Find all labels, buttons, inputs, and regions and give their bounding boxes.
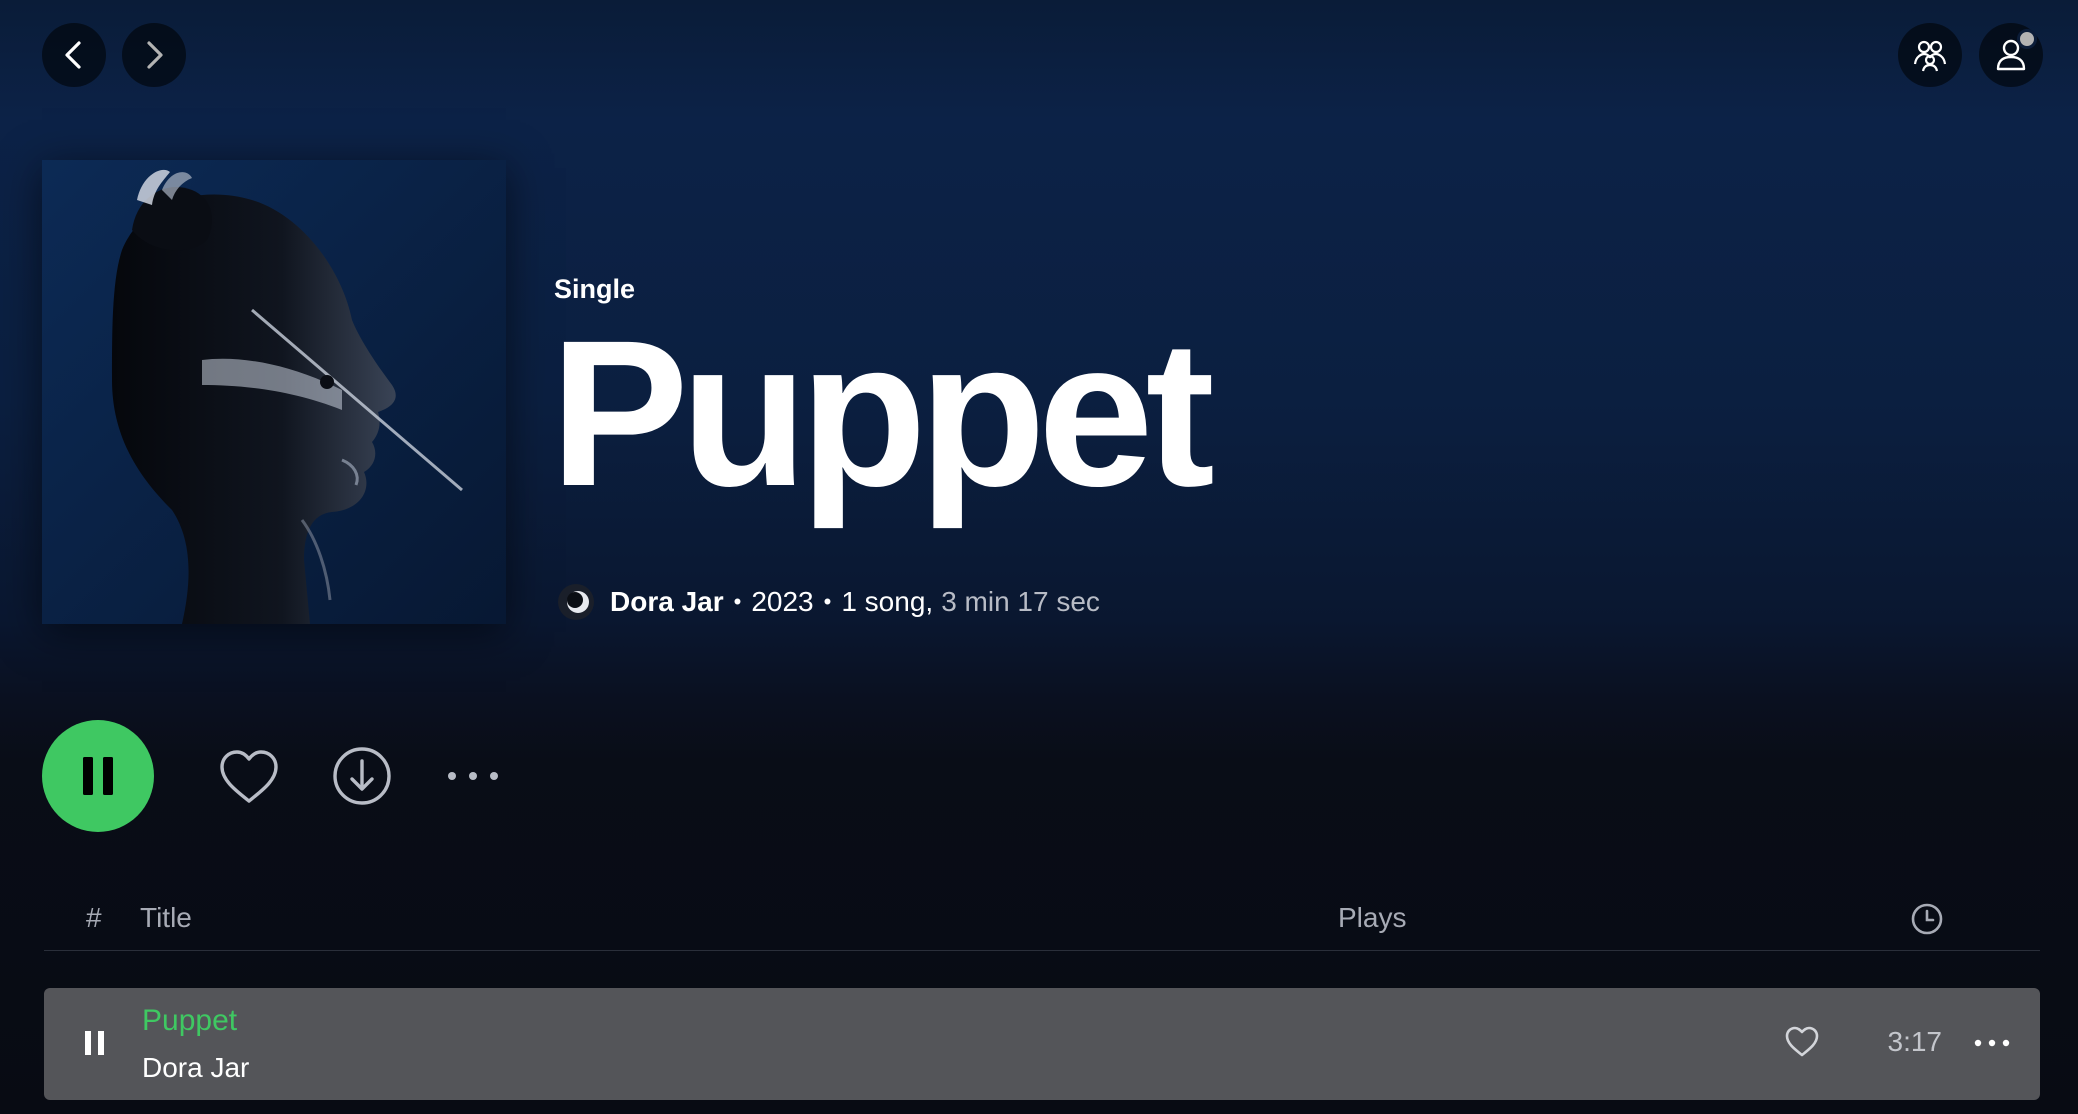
- notification-dot: [2017, 29, 2037, 49]
- track-artist[interactable]: Dora Jar: [142, 1052, 249, 1084]
- chevron-left-icon: [65, 41, 81, 69]
- album-meta: Dora Jar • 2023 • 1 song, 3 min 17 sec: [558, 578, 1100, 626]
- friends-icon: [1913, 40, 1947, 72]
- tracklist-header: # Title Plays: [44, 888, 2040, 951]
- pause-icon: [83, 757, 113, 795]
- column-number: #: [86, 902, 102, 933]
- separator-dot: •: [733, 589, 742, 614]
- row-pause-button[interactable]: [82, 1028, 108, 1060]
- cover-art-image: [42, 160, 506, 624]
- track-duration: 3:17: [1887, 1026, 1943, 1057]
- album-title: Puppet: [550, 298, 1215, 530]
- artist-link[interactable]: Dora Jar: [610, 586, 724, 618]
- forward-button[interactable]: [122, 23, 186, 87]
- friend-activity-button[interactable]: [1898, 23, 1962, 87]
- artist-avatar[interactable]: [558, 584, 594, 620]
- download-icon: [333, 747, 391, 805]
- more-icon: [1974, 1039, 2010, 1047]
- more-icon: [448, 772, 498, 780]
- pause-button[interactable]: [42, 720, 154, 832]
- separator-dot: •: [823, 589, 832, 614]
- column-duration[interactable]: [1910, 902, 1944, 943]
- column-plays[interactable]: Plays: [1338, 902, 1406, 934]
- track-title[interactable]: Puppet: [142, 1004, 237, 1038]
- back-button[interactable]: [42, 23, 106, 87]
- album-cover: [42, 160, 506, 624]
- column-title[interactable]: Title: [140, 902, 192, 934]
- more-options-button[interactable]: [444, 760, 502, 792]
- row-more-button[interactable]: [1974, 1034, 2012, 1054]
- profile-button[interactable]: [1979, 23, 2043, 87]
- total-duration: 3 min 17 sec: [941, 586, 1100, 617]
- heart-icon: [1785, 1026, 1819, 1057]
- release-year: 2023: [751, 586, 814, 617]
- heart-icon: [220, 750, 278, 803]
- row-like-button[interactable]: [1784, 1026, 1824, 1062]
- like-button[interactable]: [216, 744, 282, 810]
- table-row[interactable]: Puppet Dora Jar 3:17: [44, 988, 2040, 1100]
- song-count: 1 song,: [841, 586, 934, 617]
- clock-icon: [1911, 903, 1943, 935]
- chevron-right-icon: [147, 41, 163, 69]
- download-button[interactable]: [330, 744, 394, 808]
- pause-icon: [85, 1031, 104, 1055]
